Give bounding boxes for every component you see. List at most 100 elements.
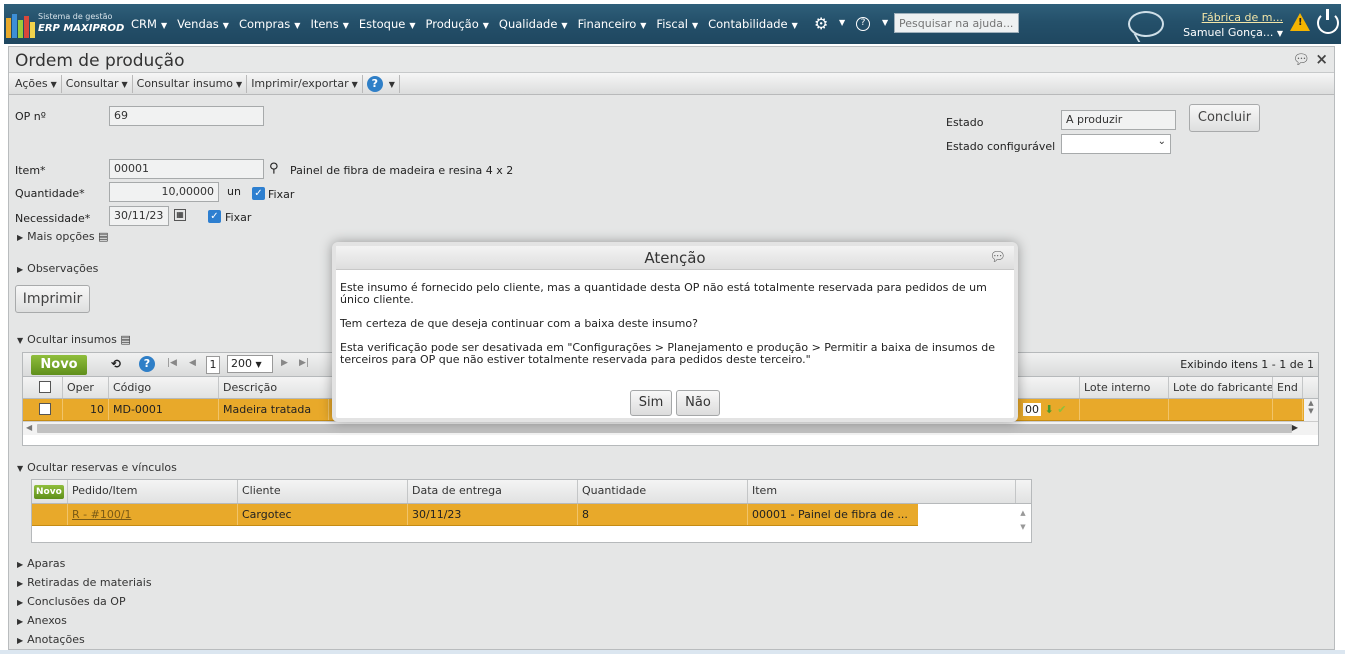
menu-crm[interactable]: CRM ▼ [126, 17, 172, 31]
col-endereco[interactable]: End [1273, 377, 1303, 398]
dialog-message-2: Tem certeza de que deseja continuar com … [340, 317, 698, 330]
estado-configuravel-select[interactable]: ⌄ [1061, 134, 1171, 154]
vertical-scrollbar[interactable]: ▲ ▼ [1304, 399, 1318, 421]
power-icon[interactable] [1317, 9, 1339, 34]
grid-count: Exibindo itens 1 - 1 de 1 [1180, 358, 1314, 371]
vertical-scrollbar[interactable]: ▲ ▼ [1017, 506, 1029, 540]
acoes-menu[interactable]: Ações ▼ [11, 74, 62, 93]
caret-down-icon: ▼ [791, 21, 798, 30]
op-number-field[interactable]: 69 [109, 106, 264, 126]
retiradas-toggle[interactable]: ▶ Retiradas de materiais [17, 576, 152, 589]
item-field[interactable]: 00001 [109, 159, 264, 179]
close-icon[interactable]: × [1315, 50, 1328, 68]
comment-icon[interactable]: 💬︎ [989, 246, 1006, 270]
select-all-checkbox[interactable] [23, 377, 63, 398]
concluir-button[interactable]: Concluir [1189, 104, 1260, 132]
anotacoes-toggle[interactable]: ▶ Anotações [17, 633, 85, 646]
help-menu[interactable]: ? ▼ [363, 74, 400, 93]
search-icon[interactable]: ⚲ [269, 161, 279, 176]
calendar-icon[interactable]: ▦ [174, 209, 186, 221]
last-page-icon[interactable]: ▶| [299, 358, 309, 368]
imprimir-button[interactable]: Imprimir [15, 285, 90, 313]
novo-insumo-button[interactable]: Novo [31, 355, 87, 375]
prev-page-icon[interactable]: ◀ [189, 358, 196, 368]
scroll-right-icon[interactable]: ▶ [1292, 423, 1298, 432]
refresh-icon[interactable]: ⟲ [111, 357, 121, 371]
menu-vendas[interactable]: Vendas ▼ [172, 17, 234, 31]
window-titlebar: Ordem de produção 💬︎ × [9, 47, 1334, 73]
company-name[interactable]: Fábrica de m... [1179, 10, 1283, 25]
nao-button[interactable]: Não [676, 390, 720, 416]
menu-qualidade[interactable]: Qualidade ▼ [494, 17, 573, 31]
anexos-toggle[interactable]: ▶ Anexos [17, 614, 67, 627]
estado-field[interactable]: A produzir [1061, 110, 1176, 130]
arrow-down-icon[interactable]: ⬇ [1045, 403, 1054, 416]
aparas-toggle[interactable]: ▶ Aparas [17, 557, 65, 570]
caret-down-icon: ▼ [255, 360, 262, 369]
sim-button[interactable]: Sim [630, 390, 672, 416]
menu-label: Itens [310, 17, 339, 31]
observacoes-toggle[interactable]: ▶ Observações [17, 262, 98, 275]
cell-baixa: 00 ⬇ ✔ [1019, 399, 1079, 420]
check-icon[interactable]: ✔ [1057, 403, 1066, 416]
menu-fiscal[interactable]: Fiscal ▼ [651, 17, 703, 31]
col-pedido-item[interactable]: Pedido/Item [68, 480, 238, 503]
gear-icon[interactable]: ⚙ [814, 14, 828, 33]
menu-itens[interactable]: Itens ▼ [305, 17, 353, 31]
menu-compras[interactable]: Compras ▼ [234, 17, 306, 31]
consultar-insumo-menu[interactable]: Consultar insumo ▼ [133, 74, 248, 93]
first-page-icon[interactable]: |◀ [167, 358, 177, 368]
col-quantidade[interactable]: Quantidade [578, 480, 748, 503]
warning-icon[interactable]: ! [1290, 13, 1310, 31]
help-search-input[interactable] [894, 13, 1019, 33]
section-label: Anotações [27, 633, 85, 646]
novo-reserva-button[interactable]: Novo [34, 485, 64, 499]
toolbar-label: Consultar insumo [136, 76, 234, 90]
table-row[interactable]: R - #100/1 Cargotec 30/11/23 8 00001 - P… [32, 504, 918, 526]
necessidade-field[interactable]: 30/11/23 [109, 206, 169, 226]
col-lote-interno[interactable]: Lote interno [1079, 377, 1169, 398]
menu-estoque[interactable]: Estoque ▼ [354, 17, 421, 31]
chat-icon[interactable] [1128, 11, 1164, 37]
col-codigo[interactable]: Código [109, 377, 219, 398]
horizontal-scrollbar[interactable]: ◀ ▶ [23, 421, 1318, 435]
row-checkbox[interactable] [23, 399, 63, 420]
menu-label: Financeiro [577, 17, 637, 31]
menu-label: Qualidade [498, 17, 558, 31]
quantidade-field[interactable]: 10,00000 [109, 182, 219, 202]
caret-right-icon: ▶ [17, 265, 24, 274]
col-oper[interactable]: Oper [63, 377, 109, 398]
menu-producao[interactable]: Produção ▼ [421, 17, 494, 31]
page-number-input[interactable]: 1 [206, 356, 220, 374]
ocultar-reservas-toggle[interactable]: ▼ Ocultar reservas e vínculos [17, 461, 177, 474]
ocultar-insumos-toggle[interactable]: ▼ Ocultar insumos ▤ [17, 333, 131, 346]
account-menu[interactable]: Fábrica de m... Samuel Gonça... ▼ [1179, 10, 1283, 41]
fixar-quantidade-checkbox[interactable]: ✓ [252, 187, 265, 200]
col-data-entrega[interactable]: Data de entrega [408, 480, 578, 503]
conclusoes-toggle[interactable]: ▶ Conclusões da OP [17, 595, 126, 608]
imprimir-exportar-menu[interactable]: Imprimir/exportar ▼ [247, 74, 363, 93]
consultar-menu[interactable]: Consultar ▼ [62, 74, 133, 93]
user-name[interactable]: Samuel Gonça... [1183, 26, 1273, 39]
mais-opcoes-toggle[interactable]: ▶ Mais opções ▤ [17, 230, 109, 243]
caret-right-icon: ▶ [17, 233, 24, 242]
caret-down-icon[interactable]: ▼ [1277, 29, 1283, 38]
menu-financeiro[interactable]: Financeiro ▼ [573, 17, 652, 31]
col-item[interactable]: Item [748, 480, 1016, 503]
comment-icon[interactable]: 💬︎ [1292, 52, 1310, 68]
maxiprod-logo-icon[interactable] [6, 12, 35, 38]
menu-contabilidade[interactable]: Contabilidade ▼ [703, 17, 803, 31]
scroll-left-icon[interactable]: ◀ [26, 423, 32, 432]
grid-help-button[interactable]: ? [139, 356, 155, 372]
col-cliente[interactable]: Cliente [238, 480, 408, 503]
next-page-icon[interactable]: ▶ [281, 358, 288, 368]
page-size-select[interactable]: 200 ▼ [227, 355, 273, 373]
scroll-thumb[interactable] [37, 424, 1292, 433]
fixar-necessidade-checkbox[interactable]: ✓ [208, 210, 221, 223]
caret-down-icon[interactable]: ▼ [882, 18, 888, 27]
pedido-link[interactable]: R - #100/1 [68, 504, 238, 525]
cell-codigo: MD-0001 [109, 399, 219, 420]
help-icon[interactable]: ? [856, 17, 870, 31]
caret-down-icon[interactable]: ▼ [839, 18, 845, 27]
col-lote-fabricante[interactable]: Lote do fabricante [1169, 377, 1273, 398]
